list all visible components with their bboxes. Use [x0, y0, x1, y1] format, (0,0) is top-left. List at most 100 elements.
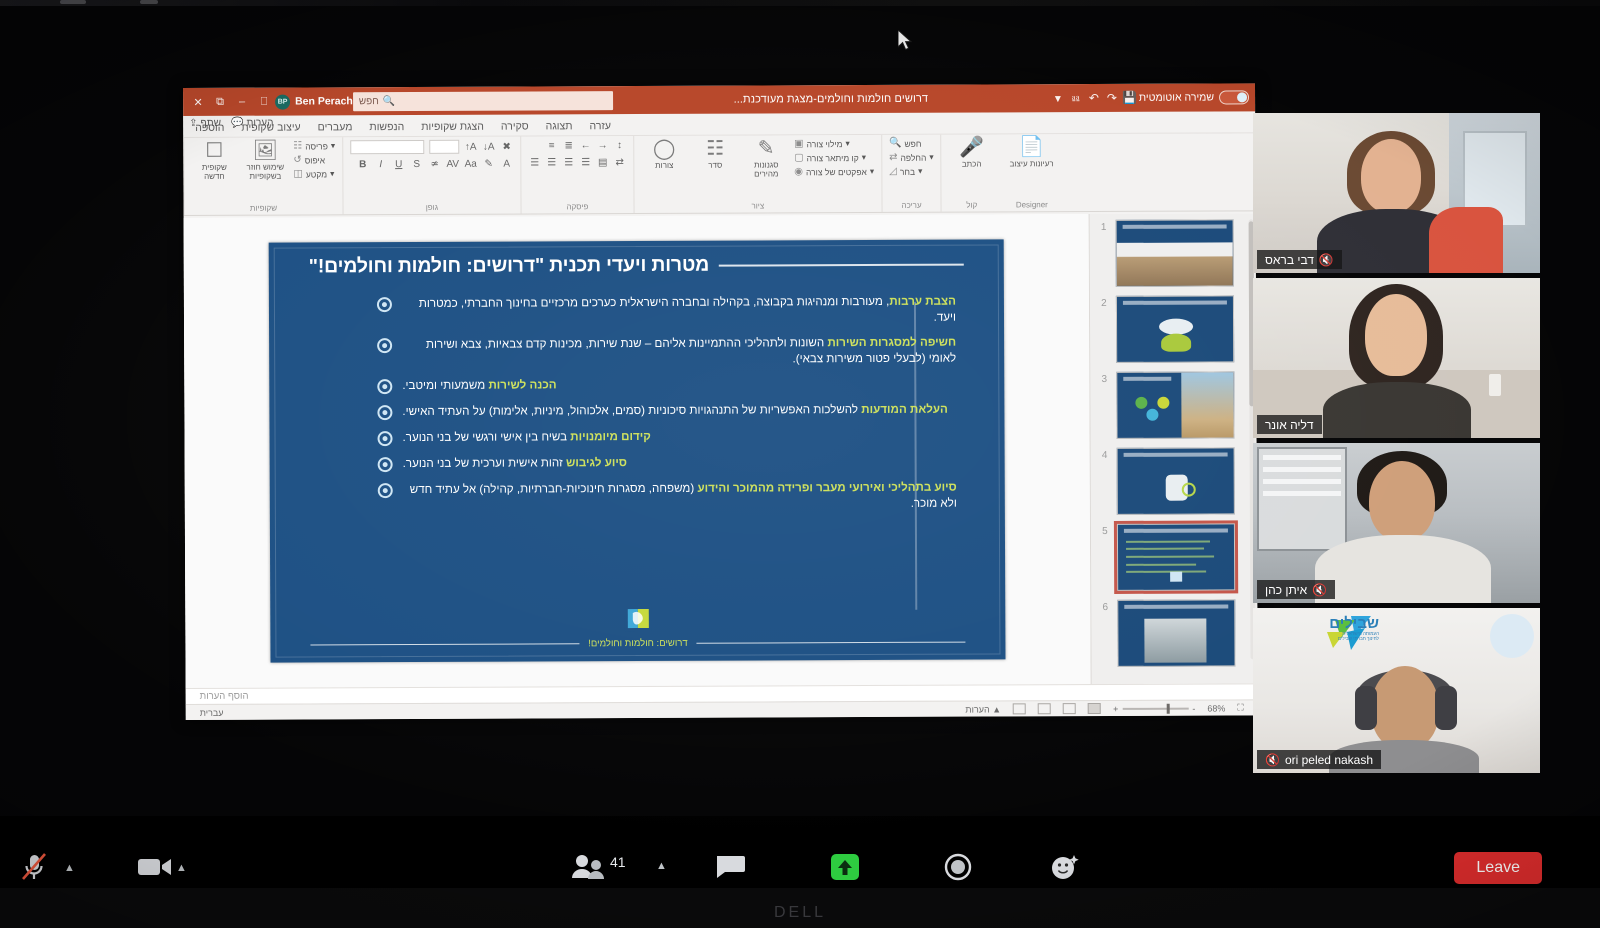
video-tile-4[interactable]: שבילים העמותה הישראלית לחינוך חברתי שביל… [1253, 608, 1540, 773]
minimize-button[interactable]: – [231, 96, 253, 108]
text-color-icon[interactable]: A [500, 158, 513, 171]
thumbnail-item[interactable]: 1 [1097, 219, 1249, 287]
indent-increase-icon[interactable]: → [596, 139, 609, 152]
status-notes-button[interactable]: ▲ הערות [965, 704, 1001, 714]
chevron-down-icon[interactable]: ▾ [1049, 89, 1067, 107]
video-options-caret-icon[interactable]: ▲ [176, 862, 187, 874]
thumbnail-item[interactable]: 4 [1098, 447, 1250, 515]
slide-thumbnail-2[interactable] [1115, 295, 1235, 363]
autosave-toggle[interactable]: שמירה אוטומטית [1139, 90, 1250, 105]
shape-effects-button[interactable]: ◉ אפקטים של צורה ▾ [794, 166, 874, 177]
dictate-icon: 🎤 [959, 136, 985, 159]
tab-view[interactable]: תצוגה [544, 118, 575, 135]
tab-transitions[interactable]: מעברים [316, 119, 355, 136]
redo-icon[interactable]: ↶ [1085, 89, 1103, 107]
share-command[interactable]: ⇪ שתף [189, 118, 221, 129]
shapes-button[interactable]: ◯ צורות [641, 138, 687, 170]
view-slide-sorter-button[interactable] [1038, 703, 1052, 715]
shadow-button[interactable]: S [410, 158, 423, 171]
tab-help[interactable]: עזרה [587, 118, 613, 135]
strikethrough-icon[interactable]: ≄ [428, 158, 441, 171]
shape-fill-button[interactable]: ▣ מילוי צורה ▾ [794, 138, 874, 149]
align-left-icon[interactable]: ☰ [562, 156, 575, 169]
view-slideshow-button[interactable] [1088, 702, 1102, 715]
reset-button[interactable]: ↺ איפוס [293, 154, 335, 165]
line-spacing-icon[interactable]: ↕ [613, 139, 626, 152]
align-right-icon[interactable]: ☰ [528, 156, 541, 169]
fit-to-window-icon[interactable]: ⛶ [1237, 702, 1243, 713]
bold-button[interactable]: B [356, 158, 369, 171]
reuse-slides-button[interactable]: 🖼 שימוש חוזר בשקופיות [242, 140, 288, 181]
current-slide[interactable]: מטרות ויעדי תכנית "דרושים: חולמות וחולמי… [268, 239, 1006, 663]
zoom-slider-track[interactable] [1122, 703, 1189, 714]
justify-icon[interactable]: ☰ [579, 156, 592, 169]
zoom-out-button[interactable]: - [1192, 703, 1195, 713]
undo-icon[interactable]: ↷ [1103, 89, 1121, 107]
text-direction-icon[interactable]: ⇄ [613, 156, 626, 169]
ribbon-display-options-button[interactable]: ⎕ [253, 95, 275, 108]
slide-thumbnail-1[interactable] [1115, 219, 1234, 287]
thumbnail-item[interactable]: 2 [1097, 295, 1249, 363]
restore-button[interactable]: ⧉ [209, 95, 231, 108]
status-language[interactable]: עברית [200, 707, 224, 717]
replace-button[interactable]: ⇄ החלפה ▾ [889, 152, 934, 163]
increase-font-icon[interactable]: A↑ [464, 140, 477, 153]
dictate-button[interactable]: 🎤 הכתב [949, 136, 995, 169]
bullets-icon[interactable]: ≡ [545, 139, 558, 152]
zoom-slider-knob[interactable] [1166, 703, 1170, 714]
shape-effects-icon: ◉ [794, 166, 804, 178]
user-account[interactable]: BP Ben Perach [275, 94, 353, 110]
video-tile-2[interactable]: דליה אונר [1253, 278, 1540, 438]
slide-thumbnail-3[interactable] [1116, 371, 1235, 439]
font-size-input[interactable] [429, 139, 460, 154]
arrange-button[interactable]: ☷ סדר [692, 138, 738, 170]
thumbnail-item[interactable]: 6 [1098, 599, 1250, 667]
thumbnail-item[interactable]: 3 [1097, 371, 1249, 439]
view-reading-button[interactable] [1063, 703, 1077, 715]
thumbnail-item[interactable]: 5 [1098, 520, 1250, 594]
clear-formatting-icon[interactable]: ✖ [500, 140, 513, 153]
section-button[interactable]: ◫ מקטע ▾ [293, 168, 335, 179]
save-icon[interactable]: 💾 [1121, 89, 1139, 107]
search-input[interactable]: חפש 🔍 [352, 90, 613, 111]
slide-thumbnail-pane[interactable]: 1 2 3 4 5 6 [1088, 213, 1258, 685]
text-highlight-icon[interactable]: ✎ [482, 158, 495, 171]
close-button[interactable]: ✕ [187, 95, 209, 108]
view-normal-button[interactable] [1013, 703, 1027, 715]
shape-outline-button[interactable]: ▢ קו מיתאר צורה ▾ [794, 152, 874, 163]
tab-review[interactable]: סקירה [499, 118, 531, 135]
quick-styles-button[interactable]: ✎ סגנונות מהירים [743, 137, 789, 178]
zoom-slider[interactable]: - + [1113, 703, 1195, 713]
font-name-input[interactable] [350, 139, 425, 155]
shapes-label: צורות [655, 160, 674, 170]
underline-button[interactable]: U [392, 158, 405, 171]
tab-slideshow[interactable]: הצגת שקופיות [419, 119, 486, 136]
slide-thumbnail-6[interactable] [1117, 599, 1236, 667]
leave-button[interactable]: Leave [1454, 852, 1542, 884]
character-spacing-icon[interactable]: AV [446, 158, 459, 171]
find-button[interactable]: 🔍 חפש [889, 138, 934, 149]
video-tile-1[interactable]: דבי בראס 🔇 [1253, 113, 1540, 273]
decrease-font-icon[interactable]: A↓ [482, 140, 495, 153]
layout-button[interactable]: ☷ פריסה ▾ [293, 140, 335, 151]
autosave-switch[interactable] [1219, 90, 1250, 105]
audio-options-caret-icon[interactable]: ▲ [64, 862, 75, 874]
video-tile-3[interactable]: איתן כהן 🔇 [1253, 443, 1540, 603]
numbering-icon[interactable]: ≣ [562, 139, 575, 152]
italic-button[interactable]: I [374, 158, 387, 171]
change-case-icon[interactable]: Aa [464, 158, 477, 171]
zoom-in-button[interactable]: + [1113, 703, 1118, 713]
design-ideas-button[interactable]: 📄 רעיונות עיצוב [1009, 136, 1055, 168]
columns-icon[interactable]: ▤ [596, 156, 609, 169]
tab-animations[interactable]: הנפשות [367, 119, 406, 136]
align-center-icon[interactable]: ☰ [545, 156, 558, 169]
select-button[interactable]: ◿ בחר ▾ [889, 166, 934, 177]
participants-caret-icon[interactable]: ▲ [656, 860, 667, 872]
comments-command[interactable]: 💬 הערות [231, 118, 274, 129]
slide-thumbnail-5-selected[interactable] [1113, 520, 1239, 594]
zoom-level-label[interactable]: 68% [1207, 703, 1225, 713]
present-icon[interactable]: ⎂ [1067, 89, 1085, 107]
indent-decrease-icon[interactable]: ← [579, 139, 592, 152]
slide-thumbnail-4[interactable] [1116, 447, 1235, 515]
new-slide-button[interactable]: ☐ שקופית חדשה [191, 140, 237, 181]
